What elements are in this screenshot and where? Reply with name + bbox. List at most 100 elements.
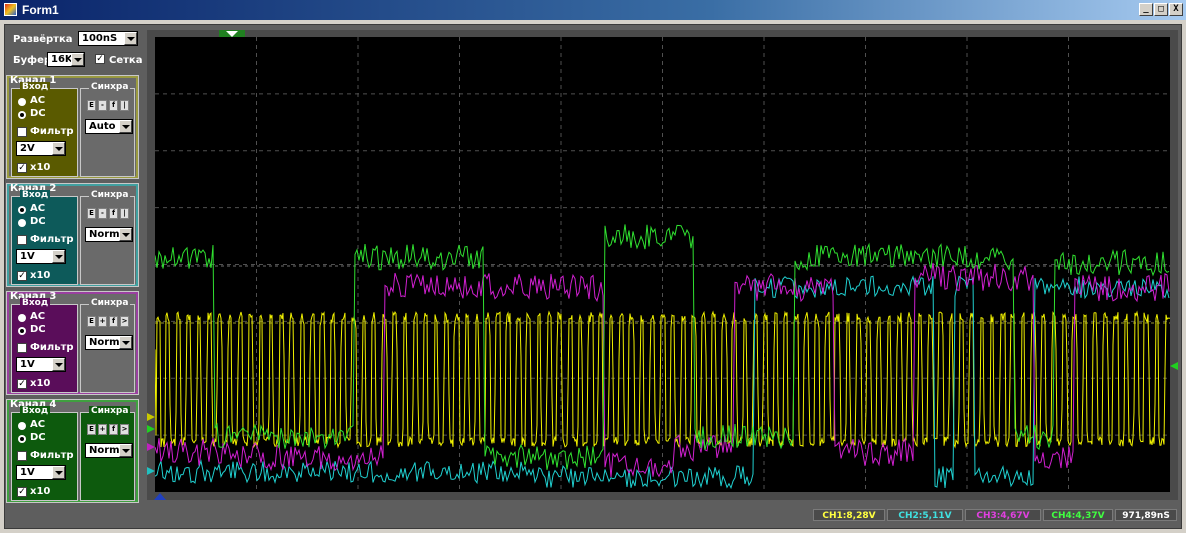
- filter-label: Фильтр: [30, 126, 74, 137]
- sync-button-2[interactable]: f: [109, 100, 118, 111]
- window-titlebar: Form1 _ □ X: [0, 0, 1186, 20]
- buffer-label: Буфер: [13, 55, 52, 66]
- sync-button-3[interactable]: |: [120, 100, 129, 111]
- volts-select[interactable]: 1V: [16, 357, 66, 372]
- sync-button-0[interactable]: E: [87, 208, 96, 219]
- grid-checkbox[interactable]: ✓: [95, 54, 105, 64]
- sync-button-0[interactable]: E: [87, 424, 96, 435]
- ac-radio[interactable]: [18, 422, 26, 430]
- sync-mode-value: Auto: [89, 121, 116, 132]
- buffer-value: 16K: [51, 54, 73, 65]
- sync-button-0[interactable]: E: [87, 100, 96, 111]
- sync-button-3[interactable]: >: [120, 424, 129, 435]
- sync-button-1[interactable]: +: [98, 424, 107, 435]
- x10-checkbox[interactable]: ✓: [17, 271, 27, 281]
- dc-label: DC: [30, 432, 46, 443]
- ac-radio[interactable]: [18, 314, 26, 322]
- filter-checkbox[interactable]: [17, 127, 27, 137]
- sync-mode-select[interactable]: Normal: [85, 335, 133, 350]
- sweep-label: Развёртка: [13, 34, 73, 45]
- channel-3-panel: Канал 3 Вход AC DC Фильтр 1V ✓ x10 Синхр…: [6, 291, 139, 395]
- chevron-down-icon: [71, 53, 84, 66]
- scope-traces: [154, 37, 1171, 492]
- sync-button-1[interactable]: -: [98, 208, 107, 219]
- input-group: Вход AC DC Фильтр 2V ✓ x10: [11, 82, 78, 177]
- chevron-down-icon: [119, 228, 132, 241]
- ac-label: AC: [30, 203, 46, 214]
- sync-button-2[interactable]: f: [109, 208, 118, 219]
- x10-checkbox[interactable]: ✓: [17, 379, 27, 389]
- dc-label: DC: [30, 216, 46, 227]
- minimize-button[interactable]: _: [1139, 3, 1153, 16]
- sync-button-3[interactable]: |: [120, 208, 129, 219]
- sync-mode-select[interactable]: Normal: [85, 227, 133, 242]
- volts-value: 1V: [20, 359, 35, 370]
- chevron-down-icon: [119, 444, 132, 457]
- sync-button-2[interactable]: f: [109, 316, 118, 327]
- sync-button-1[interactable]: +: [98, 316, 107, 327]
- sync-button-1[interactable]: -: [98, 100, 107, 111]
- sync-button-2[interactable]: f: [109, 424, 118, 435]
- status-ch4-voltage: CH4:4,37V: [1043, 509, 1113, 521]
- ac-label: AC: [30, 419, 46, 430]
- ac-label: AC: [30, 95, 46, 106]
- filter-label: Фильтр: [30, 234, 74, 245]
- ch1-trace: [154, 310, 1171, 449]
- ac-radio[interactable]: [18, 206, 26, 214]
- buffer-select[interactable]: 16K: [47, 52, 85, 67]
- filter-checkbox[interactable]: [17, 343, 27, 353]
- volts-value: 2V: [20, 143, 35, 154]
- volts-select[interactable]: 1V: [16, 465, 66, 480]
- sync-button-0[interactable]: E: [87, 316, 96, 327]
- x10-label: x10: [30, 270, 51, 281]
- status-ch1-voltage: CH1:8,28V: [813, 509, 885, 521]
- sync-group: Синхра E + f > Normal: [80, 406, 135, 501]
- sync-mode-select[interactable]: Auto: [85, 119, 133, 134]
- volts-value: 1V: [20, 467, 35, 478]
- volts-select[interactable]: 2V: [16, 141, 66, 156]
- ac-label: AC: [30, 311, 46, 322]
- channel-4-panel: Канал 4 Вход AC DC Фильтр 1V ✓ x10 Синхр…: [6, 399, 139, 503]
- sync-group-title: Синхра: [89, 82, 131, 92]
- input-group: Вход AC DC Фильтр 1V ✓ x10: [11, 298, 78, 393]
- ac-radio[interactable]: [18, 98, 26, 106]
- chevron-down-icon: [52, 466, 65, 479]
- filter-label: Фильтр: [30, 450, 74, 461]
- sync-button-3[interactable]: >: [120, 316, 129, 327]
- filter-checkbox[interactable]: [17, 235, 27, 245]
- grid-label: Сетка: [109, 55, 143, 66]
- dc-label: DC: [30, 108, 46, 119]
- dc-radio[interactable]: [18, 327, 26, 335]
- dc-radio[interactable]: [18, 435, 26, 443]
- x10-checkbox[interactable]: ✓: [17, 487, 27, 497]
- close-button[interactable]: X: [1169, 3, 1183, 16]
- window-title: Form1: [22, 3, 59, 17]
- input-group: Вход AC DC Фильтр 1V ✓ x10: [11, 190, 78, 285]
- filter-checkbox[interactable]: [17, 451, 27, 461]
- x10-label: x10: [30, 486, 51, 497]
- sweep-value: 100nS: [82, 33, 118, 44]
- volts-value: 1V: [20, 251, 35, 262]
- chevron-down-icon: [119, 120, 132, 133]
- input-group-title: Вход: [20, 82, 51, 92]
- dc-label: DC: [30, 324, 46, 335]
- status-ch2-voltage: CH2:5,11V: [887, 509, 963, 521]
- sync-group-title: Синхра: [89, 298, 131, 308]
- dc-radio[interactable]: [18, 219, 26, 227]
- sweep-select[interactable]: 100nS: [78, 31, 138, 46]
- sync-group: Синхра E + f > Normal: [80, 298, 135, 393]
- status-ch3-voltage: CH3:4,67V: [965, 509, 1041, 521]
- input-group-title: Вход: [20, 298, 51, 308]
- sync-group: Синхра E - f | Normal: [80, 190, 135, 285]
- dc-radio[interactable]: [18, 111, 26, 119]
- volts-select[interactable]: 1V: [16, 249, 66, 264]
- sync-group-title: Синхра: [89, 190, 131, 200]
- sync-group: Синхра E - f | Auto: [80, 82, 135, 177]
- chevron-down-icon: [52, 358, 65, 371]
- chevron-down-icon: [52, 142, 65, 155]
- filter-label: Фильтр: [30, 342, 74, 353]
- oscilloscope-display[interactable]: [154, 37, 1171, 492]
- sync-mode-select[interactable]: Normal: [85, 443, 133, 458]
- x10-checkbox[interactable]: ✓: [17, 163, 27, 173]
- maximize-button[interactable]: □: [1154, 3, 1168, 16]
